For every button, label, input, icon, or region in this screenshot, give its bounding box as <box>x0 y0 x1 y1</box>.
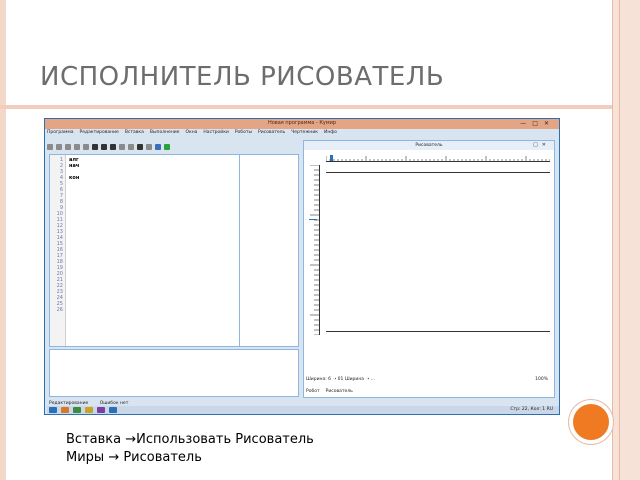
caption-line-1: Вставка →Использовать Рисователь <box>66 432 314 447</box>
language-indicator[interactable]: RU <box>547 407 553 412</box>
menu-item[interactable]: Окна <box>185 130 197 135</box>
painter-canvas[interactable] <box>326 172 550 332</box>
slide: ИСПОЛНИТЕЛЬ РИСОВАТЕЛЬ Новая программа -… <box>0 0 640 480</box>
window-title: Новая программа - Кумир <box>267 120 337 126</box>
start-icon[interactable] <box>49 407 57 413</box>
painter-status: Ширина: 6 ➝ 01 Ширина ➝ ... 100% <box>306 377 554 385</box>
taskbar-app-icon[interactable] <box>61 407 69 413</box>
painter-tabs: Робот Рисователь <box>306 389 359 394</box>
painter-tab[interactable]: Рисователь <box>326 389 353 394</box>
code-text[interactable]: алг нач кон <box>69 157 79 181</box>
decorative-band-left <box>0 0 6 480</box>
menu-item[interactable]: Выполнение <box>150 130 180 135</box>
menu-item[interactable]: Рисователь <box>258 130 285 135</box>
window-controls[interactable]: —□✕ <box>520 120 555 127</box>
menu-item[interactable]: Чертежник <box>291 130 318 135</box>
painter-zoom: 100% <box>535 377 548 382</box>
title-underline <box>0 105 612 109</box>
stop-icon[interactable] <box>110 144 116 150</box>
line-number: 26 <box>56 307 63 313</box>
step-into-icon[interactable] <box>119 144 125 150</box>
step-icon[interactable] <box>101 144 107 150</box>
step-out-icon[interactable] <box>128 144 134 150</box>
menu-item[interactable]: Роботы <box>235 130 252 135</box>
menu-item[interactable]: Программа <box>47 130 74 135</box>
copy-icon[interactable] <box>56 144 62 150</box>
line-numbers: 1 2 3 4 5 6 7 8 9 10 11 12 13 14 15 16 17 18 19 20 21 22 23 24 2… <box>50 155 66 346</box>
menu-item[interactable]: Настройки <box>203 130 228 135</box>
editor-split <box>239 155 240 346</box>
ruler-highlight <box>309 219 317 220</box>
toolbar <box>47 142 297 152</box>
painter-pane: Рисователь □✕ Ширина: 6 ➝ 01 Ширина ➝ ..… <box>303 140 555 398</box>
taskbar-app-icon[interactable] <box>97 407 105 413</box>
decorative-band-right <box>612 0 640 480</box>
caption: Вставка →Использовать Рисователь Миры → … <box>66 431 314 467</box>
taskbar-app-icon[interactable] <box>109 407 117 413</box>
ruler-marker-icon[interactable] <box>330 155 333 161</box>
menu-item[interactable]: Инфо <box>324 130 337 135</box>
code-line[interactable]: кон <box>69 175 79 181</box>
cut-icon[interactable] <box>47 144 53 150</box>
taskbar: Стр: 22, Кол: 1 RU <box>47 406 559 414</box>
output-panel[interactable] <box>49 349 299 397</box>
undo-icon[interactable] <box>74 144 80 150</box>
pane-controls[interactable]: □✕ <box>533 142 550 148</box>
window-titlebar: Новая программа - Кумир —□✕ <box>45 119 559 129</box>
caption-line-2: Миры → Рисователь <box>66 450 202 465</box>
menubar: Программа Редактирование Вставка Выполнение… <box>47 130 337 138</box>
decorative-circle <box>569 400 613 444</box>
redo-icon[interactable] <box>83 144 89 150</box>
painter-tab[interactable]: Робот <box>306 389 320 394</box>
menu-item[interactable]: Вставка <box>125 130 144 135</box>
add-icon[interactable] <box>164 144 170 150</box>
horizontal-ruler <box>326 156 550 162</box>
painter-icon[interactable] <box>155 144 161 150</box>
paste-icon[interactable] <box>65 144 71 150</box>
vertical-ruler <box>310 165 320 335</box>
grid-icon[interactable] <box>137 144 143 150</box>
painter-status-text: Ширина: 6 ➝ 01 Ширина ➝ ... <box>306 377 375 382</box>
painter-title: Рисователь <box>304 141 554 150</box>
kumir-window-screenshot: Новая программа - Кумир —□✕ Программа Ред… <box>44 118 560 415</box>
run-icon[interactable] <box>92 144 98 150</box>
taskbar-app-icon[interactable] <box>73 407 81 413</box>
window-icon[interactable] <box>146 144 152 150</box>
cursor-position: Стр: 22, Кол: 1 <box>510 407 546 412</box>
slide-title: ИСПОЛНИТЕЛЬ РИСОВАТЕЛЬ <box>40 62 445 92</box>
system-tray: Стр: 22, Кол: 1 RU <box>510 406 553 414</box>
menu-item[interactable]: Редактирование <box>80 130 119 135</box>
code-editor[interactable]: 1 2 3 4 5 6 7 8 9 10 11 12 13 14 15 16 17 18 19 20 21 22 23 24 2… <box>49 154 299 347</box>
taskbar-app-icon[interactable] <box>85 407 93 413</box>
